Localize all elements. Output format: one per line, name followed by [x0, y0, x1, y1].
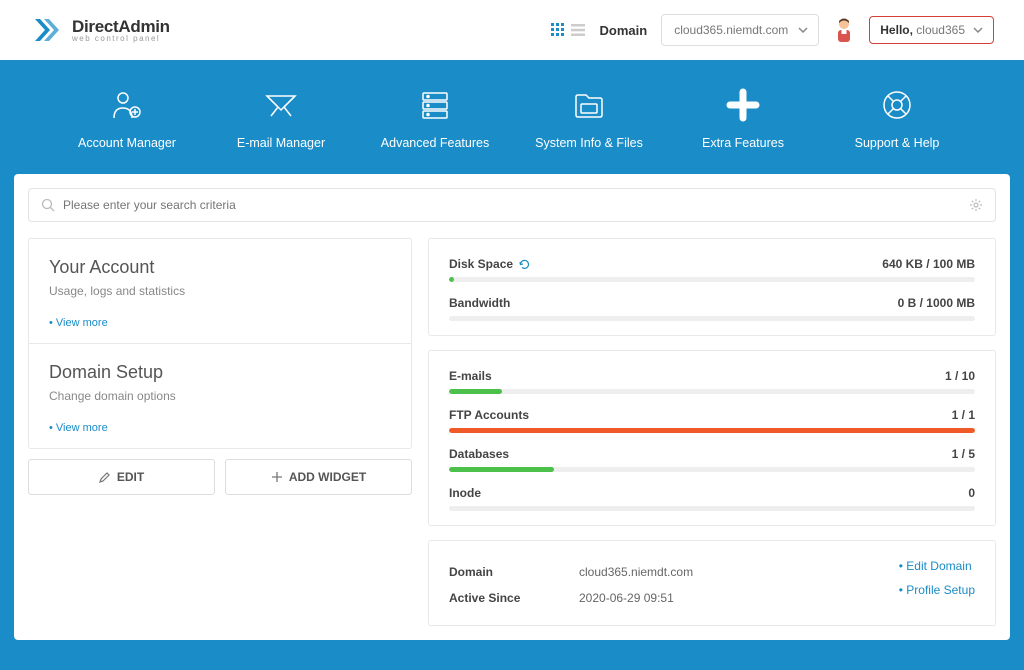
progress-bar — [449, 467, 975, 472]
stat-row: E-mails 1 / 10 — [449, 369, 975, 394]
logo[interactable]: DirectAdmin web control panel — [30, 13, 550, 47]
domain-info-card: Domain cloud365.niemdt.com Active Since … — [428, 540, 996, 626]
usage-top-card: Disk Space 640 KB / 100 MB Bandwidth 0 B… — [428, 238, 996, 336]
progress-bar — [449, 277, 975, 282]
stat-name: Inode — [449, 486, 481, 500]
stat-name: FTP Accounts — [449, 408, 529, 422]
stat-value: 640 KB / 100 MB — [882, 257, 975, 271]
stat-name: Bandwidth — [449, 296, 510, 310]
grid-view-icon[interactable] — [550, 22, 566, 38]
nav-email-manager[interactable]: E-mail Manager — [204, 88, 358, 150]
refresh-icon[interactable] — [519, 259, 530, 270]
stat-value: 1 / 5 — [952, 447, 975, 461]
view-more-link[interactable]: View more — [49, 422, 108, 434]
stat-row: Databases 1 / 5 — [449, 447, 975, 472]
stat-value: 1 / 10 — [945, 369, 975, 383]
stat-name: E-mails — [449, 369, 492, 383]
view-more-link[interactable]: View more — [49, 317, 108, 329]
add-widget-button[interactable]: ADD WIDGET — [225, 459, 412, 495]
progress-bar — [449, 428, 975, 433]
info-value: cloud365.niemdt.com — [579, 565, 899, 579]
view-switch[interactable] — [550, 22, 586, 38]
stat-value: 0 B / 1000 MB — [898, 296, 975, 310]
pencil-icon — [99, 471, 111, 483]
caret-down-icon — [798, 27, 808, 33]
card-sub: Usage, logs and statistics — [49, 284, 391, 298]
stat-name: Databases — [449, 447, 509, 461]
domain-label: Domain — [600, 23, 648, 38]
nav-support-help[interactable]: Support & Help — [820, 88, 974, 150]
search-bar[interactable] — [28, 188, 996, 222]
domain-setup-card: Domain Setup Change domain options View … — [28, 343, 412, 449]
stat-value: 1 / 1 — [952, 408, 975, 422]
stat-row: Disk Space 640 KB / 100 MB — [449, 257, 975, 282]
edit-domain-link[interactable]: Edit Domain — [899, 559, 972, 573]
user-menu[interactable]: Hello, cloud365 — [869, 16, 994, 44]
edit-button[interactable]: EDIT — [28, 459, 215, 495]
list-view-icon[interactable] — [570, 22, 586, 38]
stat-name: Disk Space — [449, 257, 530, 271]
nav-advanced-features[interactable]: Advanced Features — [358, 88, 512, 150]
search-icon — [41, 198, 55, 212]
stat-row: Bandwidth 0 B / 1000 MB — [449, 296, 975, 321]
progress-bar — [449, 389, 975, 394]
plus-icon — [271, 471, 283, 483]
card-title: Domain Setup — [49, 362, 391, 383]
avatar-icon — [833, 16, 855, 44]
domain-select[interactable]: cloud365.niemdt.com — [661, 14, 819, 46]
card-title: Your Account — [49, 257, 391, 278]
profile-setup-link[interactable]: Profile Setup — [899, 583, 975, 597]
main-nav: Account Manager E-mail Manager Advanced … — [0, 60, 1024, 174]
search-input[interactable] — [63, 198, 969, 212]
info-label: Active Since — [449, 591, 579, 605]
your-account-card: Your Account Usage, logs and statistics … — [28, 238, 412, 343]
brand-sub: web control panel — [72, 35, 170, 43]
progress-bar — [449, 506, 975, 511]
caret-down-icon — [973, 27, 983, 33]
stat-row: Inode 0 — [449, 486, 975, 511]
header: DirectAdmin web control panel Domain clo… — [0, 0, 1024, 60]
usage-mid-card: E-mails 1 / 10 FTP Accounts 1 / 1 Databa… — [428, 350, 996, 526]
progress-bar — [449, 316, 975, 321]
info-value: 2020-06-29 09:51 — [579, 591, 899, 605]
nav-extra-features[interactable]: Extra Features — [666, 88, 820, 150]
stat-value: 0 — [968, 486, 975, 500]
nav-account-manager[interactable]: Account Manager — [50, 88, 204, 150]
nav-system-info[interactable]: System Info & Files — [512, 88, 666, 150]
logo-icon — [30, 13, 64, 47]
stat-row: FTP Accounts 1 / 1 — [449, 408, 975, 433]
info-label: Domain — [449, 565, 579, 579]
gear-icon[interactable] — [969, 198, 983, 212]
brand-name: DirectAdmin — [72, 18, 170, 35]
card-sub: Change domain options — [49, 389, 391, 403]
